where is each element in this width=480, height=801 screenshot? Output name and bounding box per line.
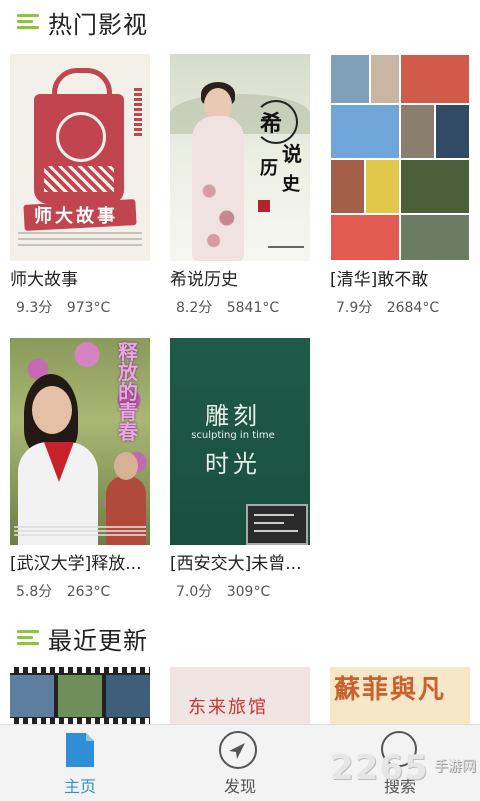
poster-char: 史 <box>282 174 300 195</box>
video-heat: 309°C <box>226 584 271 600</box>
video-meta: 5.8分 263°C <box>16 581 110 601</box>
video-card-5[interactable]: 雕刻 sculpting in time 时光 [西安交大]未曾... 7.0分… <box>170 338 310 600</box>
video-score: 8.2分 <box>176 300 213 316</box>
recent-poster-2[interactable]: 东来旅馆 <box>170 667 310 724</box>
video-card-3[interactable]: [清华]敢不敢 7.9分 2684°C <box>330 54 470 316</box>
hot-section-header: 热门影视 <box>0 2 480 42</box>
poster-line: 雕刻 <box>205 402 261 430</box>
home-document-icon <box>66 733 94 767</box>
nav-home-label: 主页 <box>63 777 96 796</box>
recent-section-header: 最近更新 <box>0 618 480 658</box>
video-score: 9.3分 <box>16 300 53 316</box>
video-title[interactable]: [武汉大学]释放... <box>10 549 160 574</box>
video-poster[interactable]: 师大故事 <box>10 54 150 261</box>
video-poster[interactable]: 释放的青春 <box>10 338 150 545</box>
video-poster[interactable]: 希 说 历 史 <box>170 54 310 261</box>
nav-discover[interactable]: 发现 <box>160 725 320 801</box>
poster-title: 蘇菲與凡 <box>334 675 447 705</box>
recent-poster-3[interactable]: 蘇菲與凡 <box>330 667 470 724</box>
recent-section-title: 最近更新 <box>48 626 148 655</box>
video-meta: 7.0分 309°C <box>176 581 270 601</box>
video-heat: 263°C <box>66 584 111 600</box>
nav-home[interactable]: 主页 <box>0 725 160 801</box>
video-title[interactable]: 希说历史 <box>170 265 320 290</box>
recent-poster-1[interactable] <box>10 667 150 724</box>
nav-discover-label: 发现 <box>223 777 256 796</box>
video-title[interactable]: [清华]敢不敢 <box>330 265 480 290</box>
poster-title: 释放的青春 <box>118 340 138 444</box>
poster-caption: 师大故事 <box>34 206 118 227</box>
video-title[interactable]: [西安交大]未曾... <box>170 549 320 574</box>
poster-char: 希 <box>260 111 283 137</box>
poster-title: 东来旅馆 <box>188 697 268 718</box>
video-card-2[interactable]: 希 说 历 史 希说历史 8.2分 5841°C <box>170 54 310 316</box>
poster-char: 说 <box>282 142 302 166</box>
watermark-number: 2265 <box>330 748 429 788</box>
poster-char: 历 <box>260 158 278 179</box>
video-poster[interactable]: 雕刻 sculpting in time 时光 <box>170 338 310 545</box>
video-heat: 5841°C <box>226 300 280 316</box>
menu-lines-icon <box>17 13 39 31</box>
menu-lines-icon <box>17 629 39 647</box>
video-heat: 2684°C <box>386 300 440 316</box>
video-card-1[interactable]: 师大故事 师大故事 9.3分 973°C <box>10 54 150 316</box>
video-poster[interactable] <box>330 54 470 261</box>
chalkboard-image <box>246 504 308 545</box>
watermark-text: 手游网 <box>434 759 476 775</box>
poster-line: 时光 <box>205 450 261 478</box>
video-card-4[interactable]: 释放的青春 [武汉大学]释放... 5.8分 263°C <box>10 338 150 600</box>
video-score: 5.8分 <box>16 584 53 600</box>
video-meta: 8.2分 5841°C <box>176 297 279 317</box>
poster-subtitle: sculpting in time <box>191 430 275 441</box>
video-heat: 973°C <box>66 300 111 316</box>
video-meta: 7.9分 2684°C <box>336 297 439 317</box>
video-score: 7.0分 <box>176 584 213 600</box>
video-meta: 9.3分 973°C <box>16 297 110 317</box>
hot-section-title: 热门影视 <box>48 10 148 39</box>
video-title[interactable]: 师大故事 <box>10 265 160 290</box>
compass-icon <box>219 731 257 769</box>
video-score: 7.9分 <box>336 300 373 316</box>
site-watermark: 2265 手游网 <box>330 748 480 796</box>
